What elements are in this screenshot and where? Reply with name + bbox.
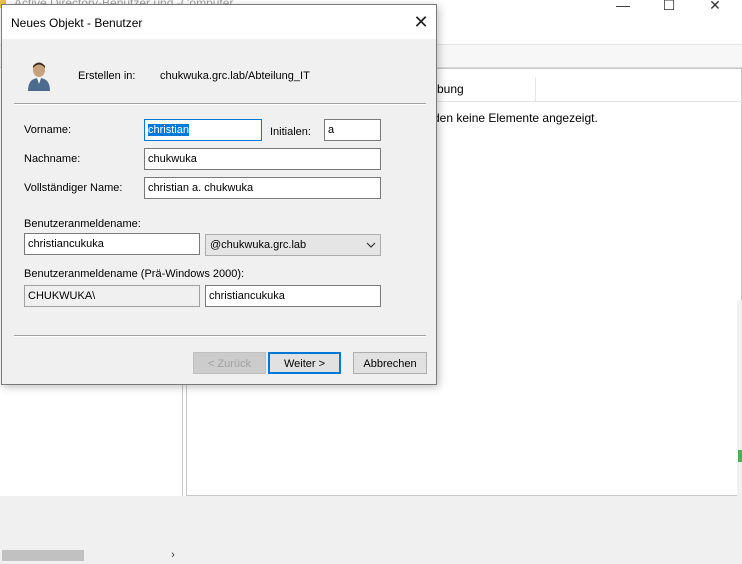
tree-horizontal-scrollbar[interactable]: ›	[0, 547, 182, 564]
minimize-button[interactable]: —	[600, 0, 646, 14]
first-name-selected-text: christian	[148, 124, 189, 136]
pre2000-name-field[interactable]: christiancukuka	[205, 285, 381, 307]
back-button[interactable]: < Zurück	[193, 352, 266, 374]
maximize-button[interactable]: ☐	[646, 0, 692, 14]
cancel-button[interactable]: Abbrechen	[353, 352, 427, 374]
window-close-button[interactable]: ✕	[692, 0, 738, 14]
scroll-right-arrow-icon[interactable]: ›	[166, 547, 180, 564]
user-icon	[28, 62, 50, 91]
logon-name-field[interactable]: christiancukuka	[24, 233, 200, 255]
dialog-titlebar[interactable]: Neues Objekt - Benutzer ✕	[2, 5, 436, 39]
create-in-label: Erstellen in:	[78, 70, 136, 82]
full-name-label: Vollständiger Name:	[24, 182, 123, 194]
column-separator[interactable]	[535, 77, 536, 101]
logon-name-label: Benutzeranmeldename:	[24, 218, 141, 230]
column-description-header[interactable]: bung	[437, 82, 464, 96]
full-name-field[interactable]: christian a. chukwuka	[144, 177, 381, 199]
chevron-down-icon	[366, 235, 376, 263]
last-name-field[interactable]: chukwuka	[144, 148, 381, 170]
bottom-divider	[14, 335, 426, 337]
pre2000-label: Benutzeranmeldename (Prä-Windows 2000):	[24, 268, 245, 280]
right-edge-strip	[737, 300, 742, 496]
initials-label: Initialen:	[270, 126, 311, 138]
scrollbar-thumb[interactable]	[2, 550, 84, 561]
status-indicator	[738, 450, 742, 462]
first-name-field[interactable]: christian	[144, 119, 262, 141]
create-in-path: chukwuka.grc.lab/Abteilung_IT	[160, 70, 310, 82]
initials-field[interactable]: a	[324, 119, 381, 141]
dialog-close-button[interactable]: ✕	[406, 8, 436, 36]
next-button[interactable]: Weiter >	[268, 352, 341, 374]
new-user-dialog: Neues Objekt - Benutzer ✕ Erstellen in: …	[1, 4, 437, 385]
status-bar	[0, 496, 742, 502]
dialog-title: Neues Objekt - Benutzer	[11, 16, 143, 30]
upn-suffix-dropdown[interactable]: @chukwuka.grc.lab	[205, 234, 381, 256]
first-name-label: Vorname:	[24, 124, 72, 136]
empty-list-message: den keine Elemente angezeigt.	[433, 111, 598, 125]
upn-suffix-value: @chukwuka.grc.lab	[210, 239, 307, 251]
top-divider	[14, 103, 426, 105]
pre2000-domain-field: CHUKWUKA\	[24, 285, 200, 307]
last-name-label: Nachname:	[24, 153, 81, 165]
